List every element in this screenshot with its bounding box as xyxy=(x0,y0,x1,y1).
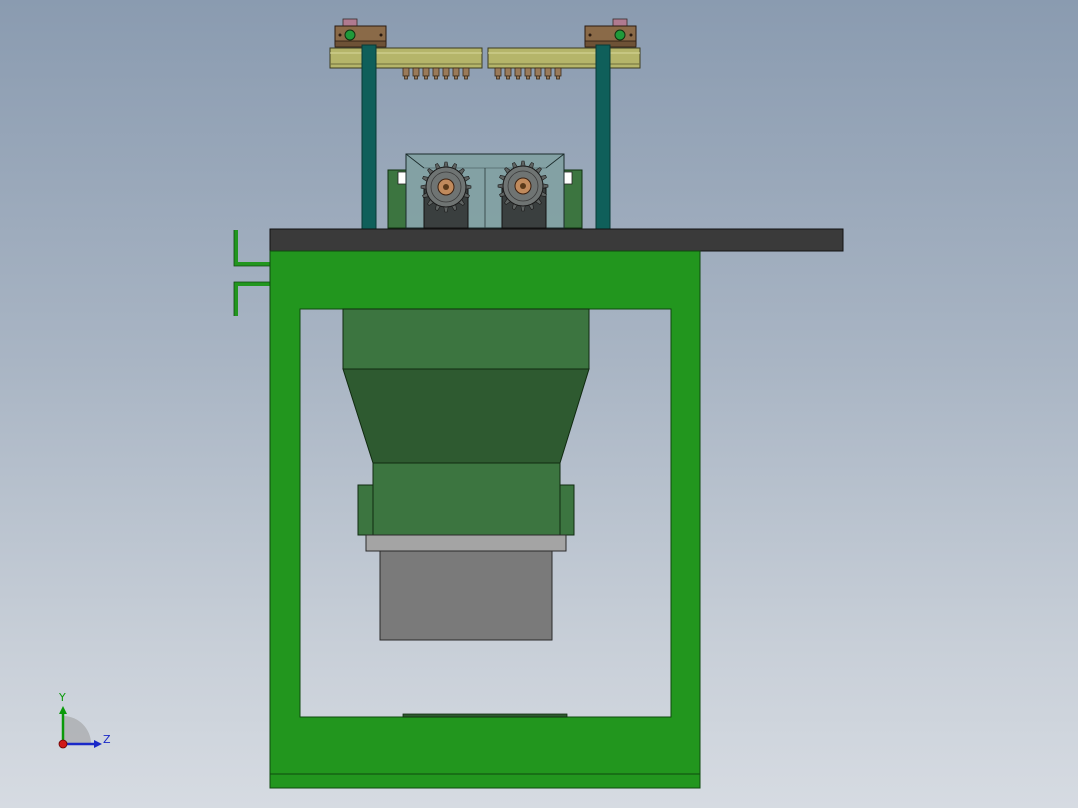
right-clamp-block xyxy=(584,18,637,48)
left-column xyxy=(361,44,377,230)
left-side-lug xyxy=(357,484,374,536)
right-rail-bar xyxy=(487,47,641,69)
triad-origin-icon xyxy=(58,739,68,749)
right-column xyxy=(595,44,611,230)
cad-viewport[interactable]: Y Z xyxy=(0,0,1078,808)
left-pin-row xyxy=(402,67,470,80)
motor-body xyxy=(379,550,553,641)
z-axis-label: Z xyxy=(103,733,111,746)
hopper-top-box xyxy=(342,308,590,370)
right-pin-row xyxy=(494,67,562,80)
gear-housing[interactable] xyxy=(387,153,583,229)
hopper-stack[interactable] xyxy=(342,308,590,641)
left-rail-bar xyxy=(329,47,483,69)
triad-arc-icon xyxy=(63,716,91,744)
right-side-lug xyxy=(558,484,575,536)
machine-assembly-model[interactable]: Y Z xyxy=(0,0,1078,808)
hopper-lower-box xyxy=(372,462,561,536)
orientation-triad[interactable]: Y Z xyxy=(58,691,111,749)
right-sprocket xyxy=(497,160,549,212)
left-hook-brackets xyxy=(234,230,270,316)
y-axis-label: Y xyxy=(58,691,66,704)
left-clamp-block xyxy=(334,18,387,48)
hopper-funnel xyxy=(342,368,590,464)
left-sprocket xyxy=(420,161,472,213)
base-plate xyxy=(402,713,568,718)
motor-flange xyxy=(365,534,567,552)
table-top-slab xyxy=(269,228,844,252)
